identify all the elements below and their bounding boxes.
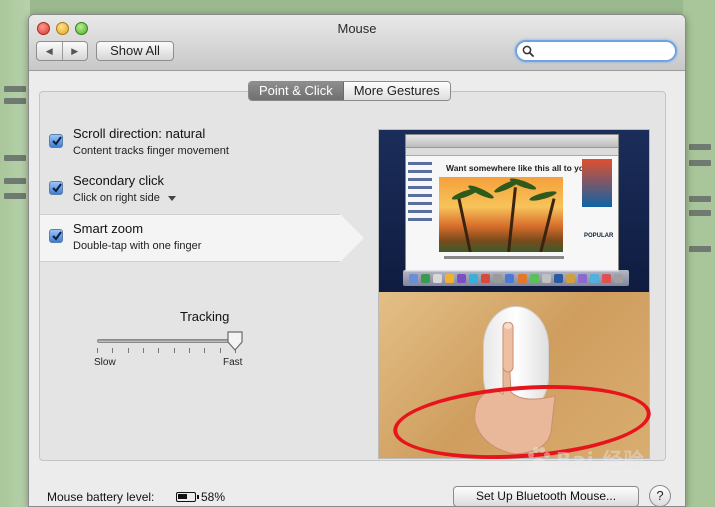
- dock-app-icon: [517, 273, 527, 283]
- background-fragment: [689, 144, 711, 150]
- dock-app-icon: [444, 273, 454, 283]
- slider-tick: [112, 348, 114, 353]
- preview-browser: Want somewhere like this all to yourself…: [405, 134, 619, 272]
- dock-app-icon: [602, 273, 612, 283]
- preview-browser-bookmarks: [406, 148, 618, 156]
- gesture-preview-video: Want somewhere like this all to yourself…: [378, 129, 650, 459]
- option-smart-zoom[interactable]: Smart zoom Double-tap with one finger: [40, 214, 364, 262]
- dock-app-icon: [456, 273, 466, 283]
- dock-app-icon: [529, 273, 539, 283]
- preview-browser-toolbar: [406, 135, 618, 148]
- smart-zoom-checkbox[interactable]: [49, 229, 63, 243]
- battery-icon: [176, 492, 199, 502]
- tab-point-and-click[interactable]: Point & Click: [249, 82, 344, 100]
- option-title: Secondary click: [73, 173, 165, 188]
- dock-app-icon: [481, 273, 491, 283]
- slider-tick: [97, 348, 98, 353]
- checkmark-icon: [52, 231, 62, 241]
- preview-popular-heading: POPULAR: [584, 233, 614, 239]
- dock-app-icon: [590, 273, 600, 283]
- background-fragment: [4, 86, 26, 92]
- background-fragment: [4, 178, 26, 184]
- background-right-strip: [683, 0, 715, 507]
- background-fragment: [689, 160, 711, 166]
- slider-tick: [143, 348, 144, 353]
- chevron-right-icon: ▶: [71, 45, 79, 56]
- search-input[interactable]: [537, 44, 667, 58]
- dock-app-icon: [553, 273, 563, 283]
- slider-tick: [127, 348, 129, 353]
- dock-app-icon: [432, 273, 442, 283]
- option-secondary-click[interactable]: Secondary click Click on right side: [40, 167, 340, 215]
- forward-button[interactable]: ▶: [61, 42, 88, 60]
- option-title: Scroll direction: natural: [73, 126, 206, 141]
- preview-caption: [444, 256, 564, 259]
- tab-more-gestures[interactable]: More Gestures: [343, 82, 450, 100]
- hand-image: [475, 322, 556, 455]
- help-button[interactable]: ?: [649, 485, 671, 506]
- preview-beach-photo: [439, 177, 563, 252]
- slider-tick: [219, 348, 221, 353]
- show-all-button[interactable]: Show All: [96, 41, 174, 61]
- search-icon: [522, 45, 534, 57]
- chevron-down-icon: [167, 195, 176, 201]
- chevron-left-icon: ◀: [45, 45, 53, 56]
- battery-label: Mouse battery level:: [47, 490, 155, 504]
- options-panel: Scroll direction: natural Content tracks…: [39, 91, 666, 461]
- setup-bluetooth-mouse-button[interactable]: Set Up Bluetooth Mouse...: [453, 486, 639, 506]
- dock-app-icon: [493, 273, 503, 283]
- slider-tick: [189, 348, 190, 353]
- preview-right-column: POPULAR: [582, 159, 616, 249]
- mouse-preferences-window: Mouse ◀ ▶ Show All Scroll direction: nat…: [28, 14, 686, 507]
- background-fragment: [4, 98, 26, 104]
- back-forward-control: ◀ ▶: [36, 41, 88, 61]
- background-fragment: [689, 210, 711, 216]
- scroll-direction-checkbox[interactable]: [49, 134, 63, 148]
- slider-tick: [204, 348, 206, 353]
- option-title: Smart zoom: [73, 221, 144, 236]
- battery-value: 58%: [201, 490, 226, 504]
- dock-app-icon: [614, 273, 624, 283]
- preference-tabs: Point & Click More Gestures: [248, 81, 451, 101]
- secondary-click-popup[interactable]: Click on right side: [73, 192, 176, 204]
- tracking-slider-thumb[interactable]: [227, 331, 243, 351]
- slider-tick: [158, 348, 160, 353]
- preview-poster: [582, 159, 612, 207]
- tracking-label: Tracking: [180, 309, 230, 324]
- option-subtitle: Double-tap with one finger: [73, 240, 202, 252]
- tracking-slider-ticks: [97, 348, 237, 354]
- dock-app-icon: [505, 273, 515, 283]
- slider-max-label: Fast: [223, 357, 243, 368]
- background-fragment: [4, 155, 26, 161]
- secondary-click-checkbox[interactable]: [49, 181, 63, 195]
- option-scroll-direction[interactable]: Scroll direction: natural Content tracks…: [40, 120, 340, 168]
- tracking-slider-track[interactable]: [97, 339, 235, 343]
- background-fragment: [689, 246, 711, 252]
- dock-app-icon: [541, 273, 551, 283]
- dock-app-icon: [408, 273, 418, 283]
- slider-min-label: Slow: [94, 357, 116, 368]
- checkmark-icon: [52, 183, 62, 193]
- title-bar: Mouse ◀ ▶ Show All: [29, 15, 685, 71]
- checkmark-icon: [52, 136, 62, 146]
- slider-tick: [173, 348, 175, 353]
- window-title: Mouse: [337, 21, 377, 36]
- search-field[interactable]: [515, 40, 677, 62]
- preview-dock: [403, 270, 629, 286]
- back-button[interactable]: ◀: [37, 42, 62, 60]
- background-left-strip: [0, 0, 30, 507]
- dock-app-icon: [469, 273, 479, 283]
- dock-app-icon: [578, 273, 588, 283]
- preview-screen: Want somewhere like this all to yourself…: [379, 130, 649, 292]
- preview-sidebar: [408, 157, 436, 247]
- option-subtitle: Content tracks finger movement: [73, 145, 229, 157]
- preview-wooden-table: [379, 292, 649, 458]
- background-fragment: [689, 196, 711, 202]
- dock-app-icon: [565, 273, 575, 283]
- option-subtitle: Click on right side: [73, 192, 160, 204]
- dock-app-icon: [420, 273, 430, 283]
- background-fragment: [4, 193, 26, 199]
- footer-bar: Mouse battery level: 58% Set Up Bluetoot…: [29, 472, 685, 506]
- preferences-content: Scroll direction: natural Content tracks…: [29, 72, 685, 506]
